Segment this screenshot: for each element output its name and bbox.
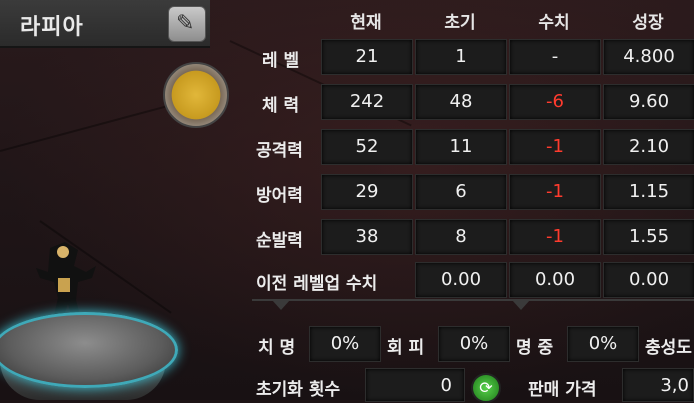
- hp-growth: 9.60: [603, 84, 694, 120]
- spiral-emblem-icon: [163, 62, 229, 128]
- crit-value: 0%: [309, 326, 381, 362]
- row-label-level: 레 벨: [262, 51, 300, 71]
- divider-notch: [272, 300, 290, 310]
- reset-count-label: 초기화 횟수: [256, 380, 341, 400]
- hp-value: -6: [509, 84, 601, 120]
- quill-pen-icon: ✎: [176, 11, 195, 36]
- level-value: -: [509, 39, 601, 75]
- attack-initial: 11: [415, 129, 507, 165]
- reset-count-value: 0: [365, 368, 465, 402]
- defense-value: -1: [509, 174, 601, 210]
- row-label-attack: 공격력: [256, 141, 303, 161]
- agility-value: -1: [509, 219, 601, 255]
- sell-price-label: 판매 가격: [528, 380, 597, 400]
- hp-current: 242: [321, 84, 413, 120]
- evade-value: 0%: [438, 326, 510, 362]
- level-current: 21: [321, 39, 413, 75]
- row-label-agility: 순발력: [256, 231, 303, 251]
- attack-growth: 2.10: [603, 129, 694, 165]
- prev-levelup-value-1: 0.00: [415, 262, 507, 298]
- crit-label: 치 명: [258, 338, 296, 358]
- prev-levelup-value-3: 0.00: [603, 262, 694, 298]
- divider-notch: [512, 300, 530, 310]
- hit-value: 0%: [567, 326, 639, 362]
- level-initial: 1: [415, 39, 507, 75]
- prev-levelup-value-2: 0.00: [509, 262, 601, 298]
- prev-levelup-label: 이전 레벨업 수치: [256, 274, 378, 294]
- rune-platform: [0, 312, 178, 388]
- agility-initial: 8: [415, 219, 507, 255]
- defense-initial: 6: [415, 174, 507, 210]
- level-growth: 4.800: [603, 39, 694, 75]
- defense-current: 29: [321, 174, 413, 210]
- loyalty-label: 충성도: [645, 338, 692, 358]
- header-initial: 초기: [444, 13, 476, 33]
- hp-initial: 48: [415, 84, 507, 120]
- header-value: 수치: [538, 13, 570, 33]
- row-label-defense: 방어력: [256, 186, 303, 206]
- row-label-hp: 체 력: [262, 96, 300, 116]
- character-name-plate: 라피아 ✎: [0, 0, 210, 48]
- character-name: 라피아: [20, 15, 84, 40]
- defense-growth: 1.15: [603, 174, 694, 210]
- attack-value: -1: [509, 129, 601, 165]
- agility-current: 38: [321, 219, 413, 255]
- sell-price-value: 3,0: [622, 368, 694, 402]
- attack-current: 52: [321, 129, 413, 165]
- refresh-icon[interactable]: ⟳: [471, 373, 501, 403]
- hit-label: 명 중: [516, 338, 554, 358]
- header-growth: 성장: [632, 13, 664, 33]
- rename-button[interactable]: ✎: [168, 6, 206, 42]
- divider: [252, 299, 694, 301]
- evade-label: 회 피: [387, 338, 425, 358]
- agility-growth: 1.55: [603, 219, 694, 255]
- header-current: 현재: [350, 13, 382, 33]
